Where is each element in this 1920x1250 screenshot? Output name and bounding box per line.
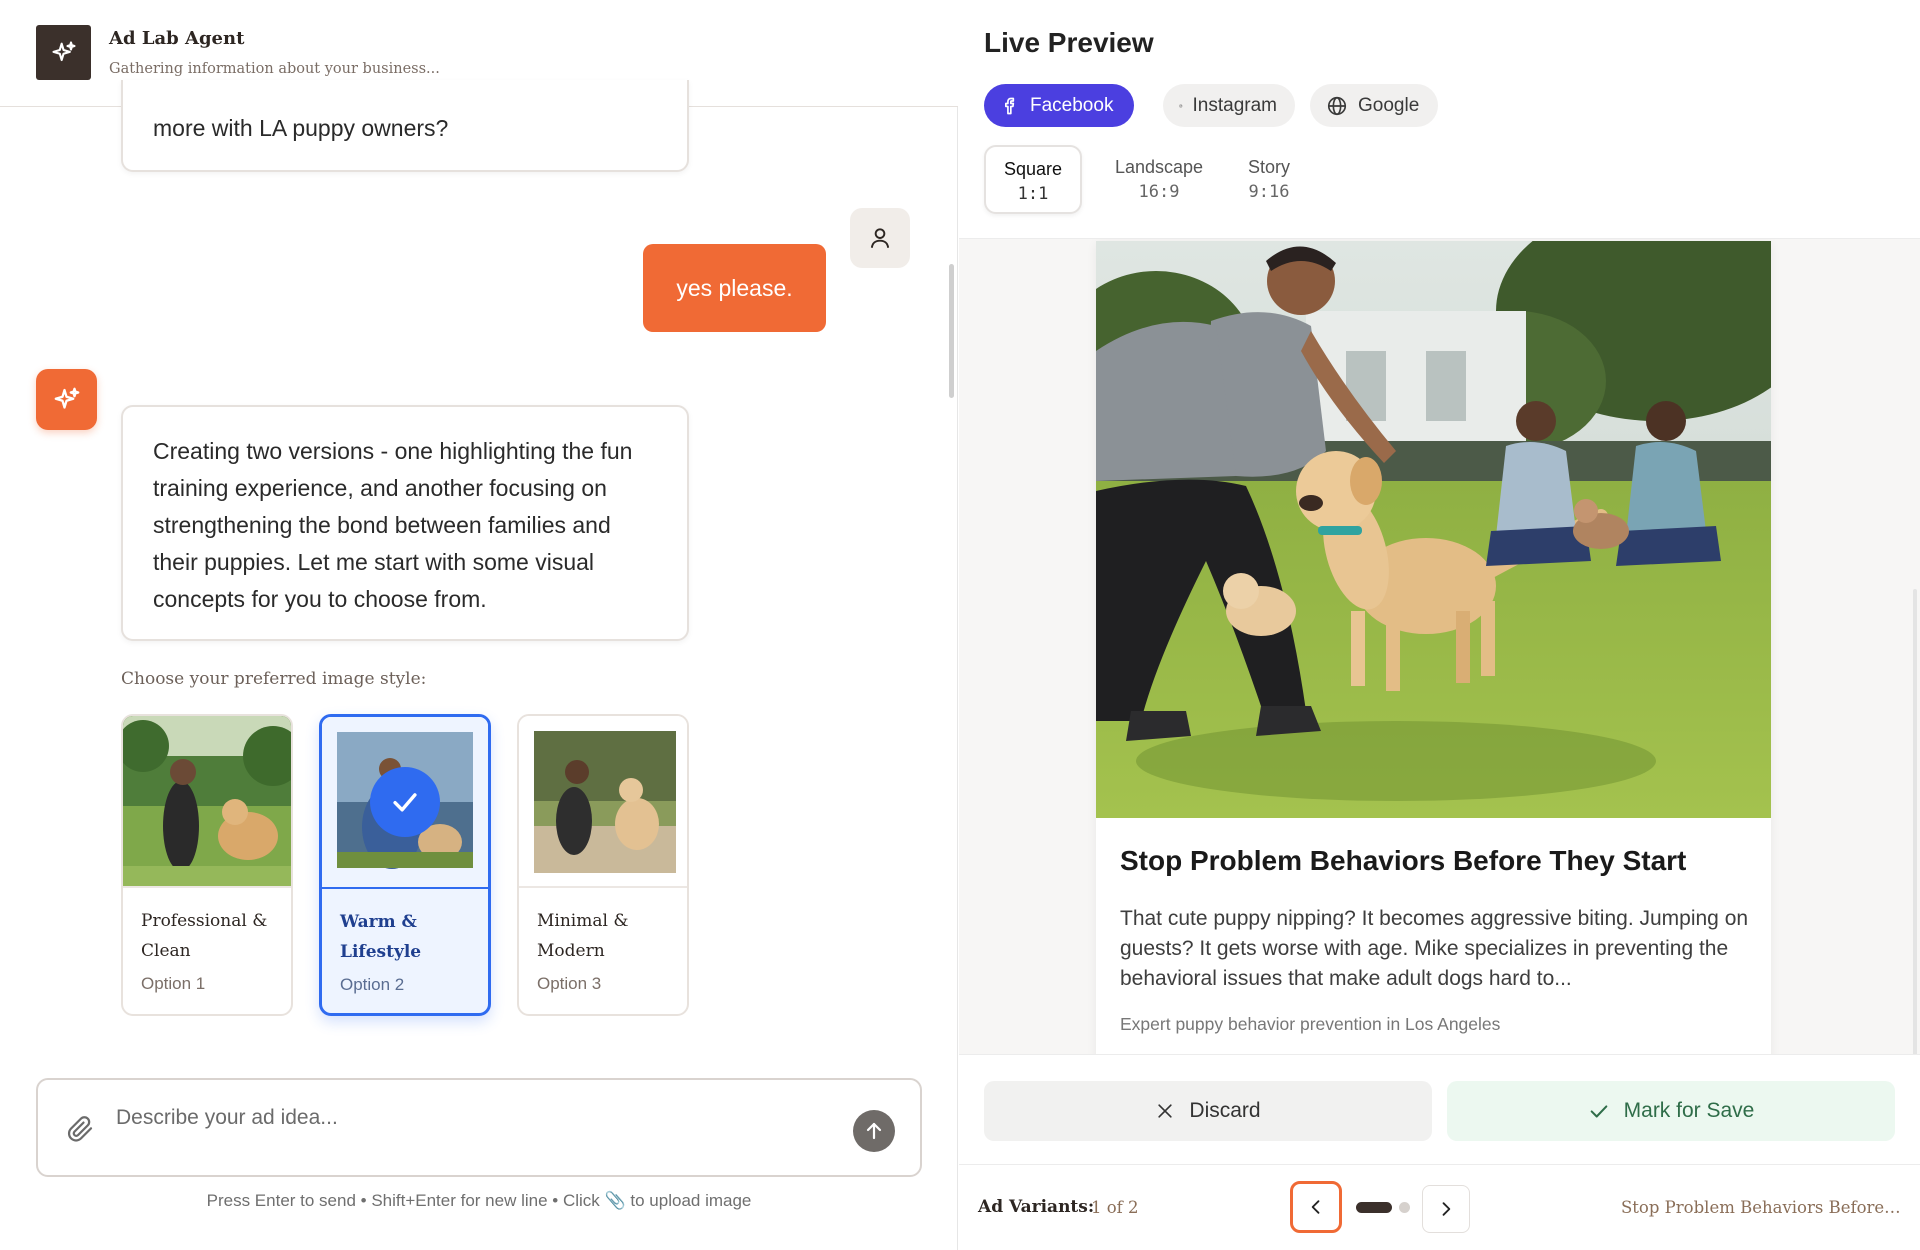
chevron-right-icon xyxy=(1442,1202,1451,1216)
chat-pane: Ad Lab Agent Gathering information about… xyxy=(0,0,958,1250)
platform-tab-label: Facebook xyxy=(1030,94,1114,116)
composer-hint: Press Enter to send • Shift+Enter for ne… xyxy=(206,1191,752,1210)
assistant-message: more with LA puppy owners? xyxy=(121,80,689,172)
message-text: more with LA puppy owners? xyxy=(153,115,449,141)
variant-dot[interactable] xyxy=(1399,1202,1410,1213)
agent-name: Ad Lab Agent xyxy=(109,28,245,49)
style-thumbnail xyxy=(519,716,687,888)
variants-count: 1 of 2 xyxy=(1091,1198,1139,1217)
ad-body: That cute puppy nipping? It becomes aggr… xyxy=(1120,907,1749,990)
chevron-left-icon xyxy=(1311,1200,1320,1214)
style-thumbnail-image xyxy=(519,716,687,886)
style-thumbnail-image xyxy=(123,716,291,886)
chat-scrollbar[interactable] xyxy=(949,264,954,398)
style-option-title: Minimal & Modern xyxy=(537,911,629,961)
agent-status: Gathering information about your busines… xyxy=(109,61,440,77)
discard-label: Discard xyxy=(1189,1099,1261,1122)
style-thumbnail xyxy=(322,717,488,889)
style-option-subtitle: Option 2 xyxy=(340,975,405,994)
ad-preview-area: Stop Problem Behaviors Before They Start… xyxy=(959,238,1920,1054)
format-tab-square[interactable]: Square 1:1 xyxy=(984,145,1082,214)
selected-check xyxy=(370,767,440,837)
sparkles-icon xyxy=(54,387,79,409)
preview-title: Live Preview xyxy=(984,27,1154,58)
style-option-subtitle: Option 3 xyxy=(537,974,602,993)
format-ratio: 9:16 xyxy=(1248,182,1290,202)
variant-navigator: Ad Variants: 1 of 2 Stop Problem Behavio… xyxy=(959,1164,1920,1250)
ad-card: Stop Problem Behaviors Before They Start… xyxy=(1096,241,1771,1054)
composer xyxy=(36,1078,922,1177)
paperclip-icon xyxy=(67,1116,93,1142)
style-prompt: Choose your preferred image style: xyxy=(121,669,427,689)
variant-title: Stop Problem Behaviors Before ... xyxy=(1621,1198,1901,1217)
globe-icon xyxy=(1327,96,1347,115)
style-thumbnail xyxy=(123,716,291,888)
variant-dot-active[interactable] xyxy=(1356,1202,1392,1213)
platform-tab-google[interactable]: Google xyxy=(1310,84,1438,127)
style-option-2[interactable]: Warm & Lifestyle Option 2 xyxy=(319,714,491,1016)
user-avatar xyxy=(850,208,910,268)
arrow-up-icon xyxy=(866,1122,882,1140)
format-ratio: 16:9 xyxy=(1138,182,1180,202)
assistant-message: Creating two versions - one highlighting… xyxy=(121,405,689,641)
previous-variant-button[interactable] xyxy=(1290,1181,1342,1233)
style-option-3[interactable]: Minimal & Modern Option 3 xyxy=(517,714,689,1016)
style-option-1[interactable]: Professional & Clean Option 1 xyxy=(121,714,293,1016)
format-name: Square xyxy=(1003,159,1063,179)
platform-tab-label: Google xyxy=(1358,94,1420,116)
format-name: Landscape xyxy=(1114,157,1204,177)
ad-photo xyxy=(1096,241,1771,818)
attach-button[interactable] xyxy=(66,1114,96,1149)
sparkles-icon xyxy=(51,40,76,61)
close-icon xyxy=(1158,1104,1173,1118)
style-option-subtitle: Option 1 xyxy=(141,974,206,993)
action-bar: Discard Mark for Save xyxy=(959,1054,1920,1164)
facebook-icon xyxy=(1005,97,1015,114)
user-message: yes please. xyxy=(643,244,826,332)
send-button[interactable] xyxy=(853,1110,895,1152)
ad-image xyxy=(1096,241,1771,818)
check-icon xyxy=(393,793,417,812)
check-icon xyxy=(1590,1105,1607,1118)
variants-label: Ad Variants: xyxy=(978,1197,1095,1217)
agent-logo xyxy=(36,25,91,80)
style-option-title: Warm & Lifestyle xyxy=(340,912,422,962)
ad-description: Expert puppy behavior prevention in Los … xyxy=(1120,1014,1501,1034)
format-ratio: 1:1 xyxy=(1017,184,1049,204)
message-text: Creating two versions - one highlighting… xyxy=(153,438,633,612)
platform-tab-label: Instagram xyxy=(1192,94,1277,116)
save-label: Mark for Save xyxy=(1623,1099,1755,1122)
preview-pane: Live Preview Facebook Instagram Google S… xyxy=(959,0,1920,1250)
format-tab-story[interactable]: Story 9:16 xyxy=(1224,145,1314,214)
next-variant-button[interactable] xyxy=(1422,1185,1470,1233)
format-name: Story xyxy=(1247,157,1290,177)
format-tab-landscape[interactable]: Landscape 16:9 xyxy=(1104,145,1214,214)
ad-idea-input[interactable] xyxy=(116,1100,816,1136)
user-icon xyxy=(870,228,890,248)
style-option-title: Professional & Clean xyxy=(141,911,268,961)
message-text: yes please. xyxy=(676,274,793,301)
discard-button[interactable]: Discard xyxy=(984,1081,1432,1141)
assistant-avatar xyxy=(36,369,97,430)
instagram-icon xyxy=(1179,104,1183,107)
mark-for-save-button[interactable]: Mark for Save xyxy=(1447,1081,1895,1141)
preview-scrollbar[interactable] xyxy=(1913,589,1917,1054)
platform-tab-facebook[interactable]: Facebook xyxy=(984,84,1134,127)
ad-headline: Stop Problem Behaviors Before They Start xyxy=(1120,845,1687,876)
platform-tab-instagram[interactable]: Instagram xyxy=(1163,84,1295,127)
